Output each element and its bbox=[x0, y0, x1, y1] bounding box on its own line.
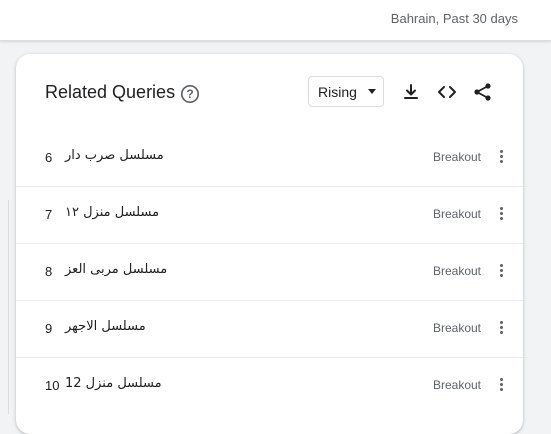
region-time-filter[interactable]: Bahrain, Past 30 days bbox=[391, 11, 518, 26]
status-label: Breakout bbox=[432, 207, 481, 221]
query-text[interactable]: مسلسل مربى العز bbox=[65, 262, 167, 277]
card-title: Related Queries bbox=[45, 82, 176, 102]
rank-number: 9 bbox=[45, 321, 53, 336]
more-vert-icon[interactable] bbox=[498, 205, 504, 225]
rank-number: 10 bbox=[45, 378, 60, 393]
list-item[interactable]: 10 مسلسل منزل 12 Breakout bbox=[16, 357, 523, 414]
rank-number: 7 bbox=[45, 207, 53, 222]
list-item[interactable]: 7 مسلسل منزل ١٢ Breakout bbox=[16, 186, 523, 243]
rising-top-dropdown[interactable]: Rising bbox=[308, 76, 384, 107]
embed-code-icon[interactable] bbox=[436, 81, 458, 103]
more-vert-icon[interactable] bbox=[498, 148, 504, 168]
download-icon[interactable] bbox=[400, 81, 422, 103]
more-vert-icon[interactable] bbox=[498, 262, 504, 282]
rank-number: 6 bbox=[45, 150, 53, 165]
query-text[interactable]: مسلسل منزل 12 bbox=[65, 376, 162, 391]
caret-down-icon bbox=[368, 89, 376, 94]
help-circle-icon[interactable]: ? bbox=[180, 84, 200, 104]
related-queries-list: 6 مسلسل صرب دار Breakout 7 مسلسل منزل ١٢… bbox=[16, 130, 523, 414]
query-text[interactable]: مسلسل صرب دار bbox=[65, 148, 164, 163]
top-bar: Bahrain, Past 30 days bbox=[0, 0, 551, 41]
rank-number: 8 bbox=[45, 264, 53, 279]
query-text[interactable]: مسلسل الاجهر bbox=[65, 319, 146, 334]
related-queries-card: Related Queries ? Rising 6 مسلسل صرب دار… bbox=[16, 54, 523, 434]
share-icon[interactable] bbox=[472, 81, 494, 103]
list-item[interactable]: 9 مسلسل الاجهر Breakout bbox=[16, 300, 523, 357]
more-vert-icon[interactable] bbox=[498, 376, 504, 396]
list-item[interactable]: 8 مسلسل مربى العز Breakout bbox=[16, 243, 523, 300]
status-label: Breakout bbox=[432, 321, 481, 335]
status-label: Breakout bbox=[432, 264, 481, 278]
page-left-rule bbox=[8, 200, 9, 414]
status-label: Breakout bbox=[432, 378, 481, 392]
query-text[interactable]: مسلسل منزل ١٢ bbox=[65, 205, 159, 220]
svg-text:?: ? bbox=[186, 87, 193, 101]
list-item[interactable]: 6 مسلسل صرب دار Breakout bbox=[16, 130, 523, 186]
dropdown-selected-label: Rising bbox=[318, 84, 357, 100]
more-vert-icon[interactable] bbox=[498, 319, 504, 339]
status-label: Breakout bbox=[432, 150, 481, 164]
